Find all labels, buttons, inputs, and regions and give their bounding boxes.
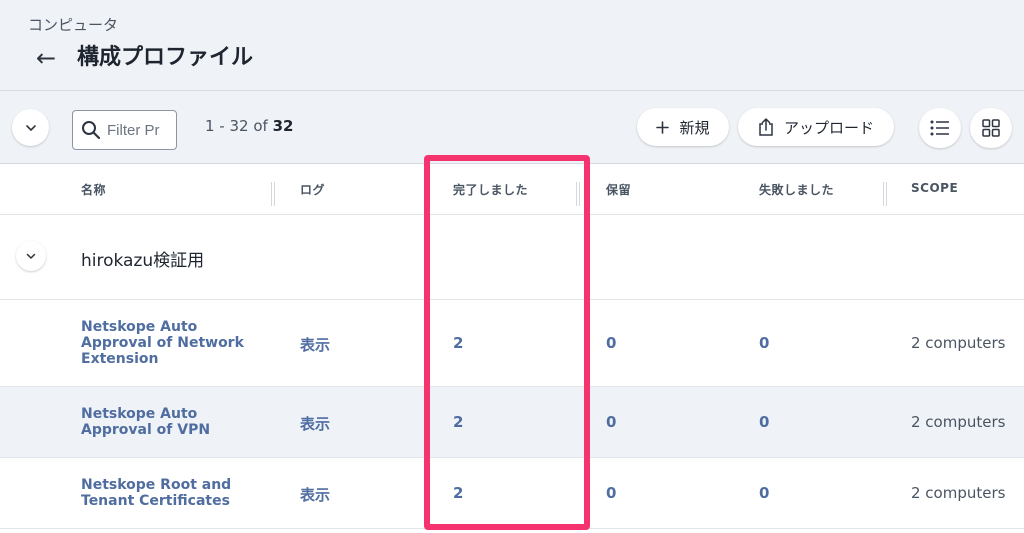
toolbar: 1 - 32 of 32 新規 アップロード — [0, 91, 1024, 164]
table-row: Netskope Auto Approval of VPN 表示 2 0 0 2… — [0, 387, 1024, 458]
collapse-all-button[interactable] — [12, 109, 49, 146]
group-name: hirokazu検証用 — [81, 251, 205, 271]
group-row: hirokazu検証用 — [0, 215, 1024, 300]
column-resizer[interactable] — [270, 182, 276, 206]
list-view-button[interactable] — [919, 108, 961, 148]
column-header-pending[interactable]: 保留 — [606, 181, 631, 198]
table-row: Netskope Root and Tenant Certificates 表示… — [0, 458, 1024, 529]
column-header-scope[interactable]: SCOPE — [911, 181, 958, 195]
scope-value: 2 computers — [911, 484, 1006, 502]
column-header-completed[interactable]: 完了しました — [453, 181, 528, 198]
upload-button[interactable]: アップロード — [738, 108, 894, 146]
new-button[interactable]: 新規 — [637, 108, 729, 146]
failed-count[interactable]: 0 — [759, 413, 769, 431]
pending-count[interactable]: 0 — [606, 334, 616, 352]
scope-value: 2 computers — [911, 413, 1006, 431]
profile-name-link[interactable]: Netskope Auto Approval of Network Extens… — [81, 319, 251, 367]
log-view-link[interactable]: 表示 — [300, 334, 330, 355]
column-header-log[interactable]: ログ — [300, 181, 325, 198]
table-row: Netskope Auto Approval of Network Extens… — [0, 300, 1024, 387]
back-arrow-icon[interactable]: ← — [36, 42, 64, 74]
log-view-link[interactable]: 表示 — [300, 484, 330, 505]
failed-count[interactable]: 0 — [759, 484, 769, 502]
grid-view-button[interactable] — [970, 108, 1012, 148]
log-view-link[interactable]: 表示 — [300, 413, 330, 434]
new-button-label: 新規 — [679, 118, 710, 137]
result-count: 1 - 32 of 32 — [205, 117, 293, 135]
group-toggle-button[interactable] — [16, 241, 46, 271]
grid-view-icon — [982, 119, 1000, 137]
table-header: 名称 ログ 完了しました 保留 失敗しました SCOPE — [0, 164, 1024, 215]
profile-name-link[interactable]: Netskope Root and Tenant Certificates — [81, 477, 251, 509]
page-header: コンピュータ ← 構成プロファイル — [0, 0, 1024, 91]
column-header-name[interactable]: 名称 — [81, 181, 106, 198]
filter-field[interactable] — [72, 110, 177, 150]
upload-button-label: アップロード — [783, 118, 874, 137]
column-resizer[interactable] — [882, 182, 888, 206]
column-header-failed[interactable]: 失敗しました — [759, 181, 834, 198]
scope-value: 2 computers — [911, 334, 1006, 352]
search-icon — [82, 121, 101, 140]
page-title: 構成プロファイル — [77, 45, 254, 70]
pending-count[interactable]: 0 — [606, 484, 616, 502]
profile-name-link[interactable]: Netskope Auto Approval of VPN — [81, 406, 251, 438]
plus-icon — [656, 120, 670, 134]
completed-count[interactable]: 2 — [453, 413, 463, 431]
completed-count[interactable]: 2 — [453, 334, 463, 352]
list-view-icon — [930, 120, 949, 136]
filter-input[interactable] — [107, 121, 173, 139]
chevron-down-icon — [26, 253, 36, 259]
count-range: 1 - 32 of — [205, 117, 273, 135]
count-total: 32 — [272, 117, 294, 135]
pending-count[interactable]: 0 — [606, 413, 616, 431]
column-resizer[interactable] — [575, 182, 581, 206]
completed-count[interactable]: 2 — [453, 484, 463, 502]
chevron-down-icon — [25, 124, 36, 131]
breadcrumb[interactable]: コンピュータ — [28, 14, 118, 35]
upload-icon — [759, 117, 773, 136]
failed-count[interactable]: 0 — [759, 334, 769, 352]
